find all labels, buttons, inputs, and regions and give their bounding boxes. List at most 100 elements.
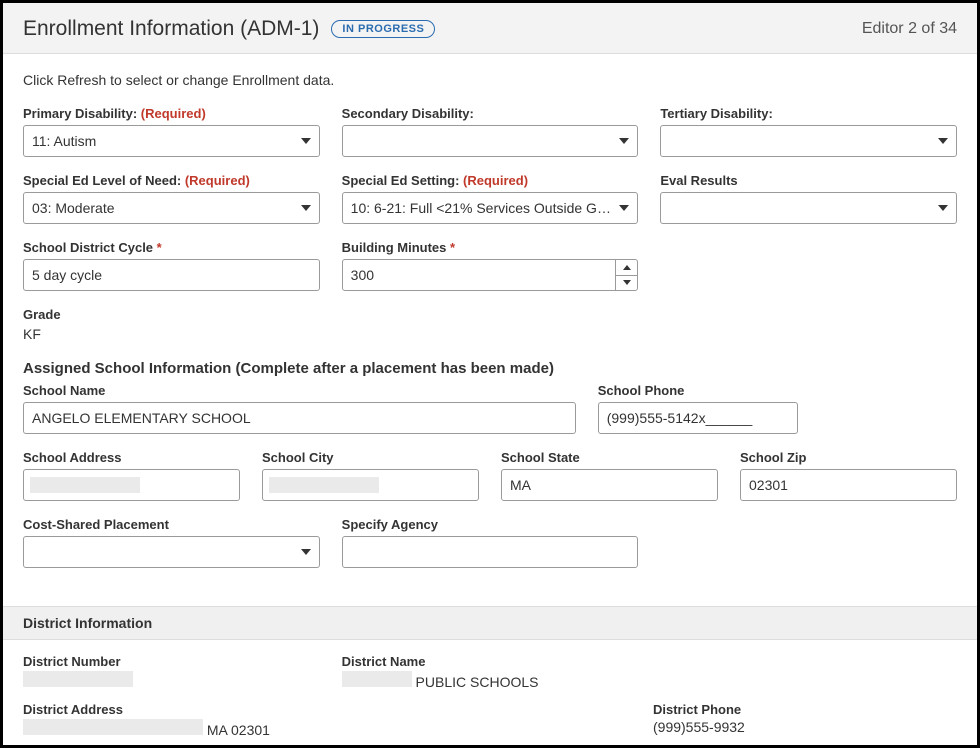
input-value: 5 day cycle [32,267,102,283]
field-building-minutes: Building Minutes * 300 [342,240,639,291]
stepper-value: 300 [351,267,374,283]
input-value: 02301 [749,477,788,493]
school-row-2: School Address School City School State … [23,450,957,501]
school-city-input[interactable] [262,469,479,501]
district-phone-block: District Phone (999)555-9932 [653,702,957,738]
sped-level-label: Special Ed Level of Need: (Required) [23,173,320,188]
field-sped-setting: Special Ed Setting: (Required) 10: 6-21:… [342,173,639,224]
grade-value: KF [23,326,957,342]
grade-label: Grade [23,307,957,322]
chevron-down-icon [619,205,629,211]
primary-disability-label: Primary Disability: (Required) [23,106,320,121]
redacted-value [23,719,203,735]
building-minutes-stepper[interactable]: 300 [342,259,639,291]
sped-setting-label: Special Ed Setting: (Required) [342,173,639,188]
cost-shared-label: Cost-Shared Placement [23,517,320,532]
field-school-name: School Name ANGELO ELEMENTARY SCHOOL [23,383,576,434]
label-text: Primary Disability: [23,106,137,121]
label-text: School District Cycle [23,240,153,255]
field-sped-level: Special Ed Level of Need: (Required) 03:… [23,173,320,224]
district-address-block: District Address MA 02301 [23,702,631,738]
tertiary-disability-label: Tertiary Disability: [660,106,957,121]
enrollment-form-window: Enrollment Information (ADM-1) IN PROGRE… [0,0,980,748]
school-zip-input[interactable]: 02301 [740,469,957,501]
chevron-down-icon [938,205,948,211]
secondary-disability-label: Secondary Disability: [342,106,639,121]
district-number-label: District Number [23,654,320,669]
sped-setting-select[interactable]: 10: 6-21: Full <21% Services Outside G… [342,192,639,224]
required-marker: (Required) [463,173,528,188]
field-specify-agency: Specify Agency [342,517,639,568]
cost-shared-select[interactable] [23,536,320,568]
field-empty [660,517,957,568]
district-cycle-input[interactable]: 5 day cycle [23,259,320,291]
school-name-input[interactable]: ANGELO ELEMENTARY SCHOOL [23,402,576,434]
specify-agency-input[interactable] [342,536,639,568]
input-value: ANGELO ELEMENTARY SCHOOL [32,410,251,426]
header-left: Enrollment Information (ADM-1) IN PROGRE… [23,17,435,41]
asterisk-icon: * [450,240,455,255]
input-value: MA [510,477,531,493]
district-cycle-label: School District Cycle * [23,240,320,255]
field-primary-disability: Primary Disability: (Required) 11: Autis… [23,106,320,157]
redacted-value [23,671,133,687]
page-title: Enrollment Information (ADM-1) [23,17,319,41]
field-school-phone: School Phone (999)555-5142x______ [598,383,898,434]
field-eval-results: Eval Results [660,173,957,224]
secondary-disability-select[interactable] [342,125,639,157]
specify-agency-label: Specify Agency [342,517,639,532]
district-name-block: District Name PUBLIC SCHOOLS [342,654,639,690]
district-number-value [23,671,320,690]
asterisk-icon: * [157,240,162,255]
chevron-down-icon [301,549,311,555]
school-name-label: School Name [23,383,576,398]
form-grid-top: Primary Disability: (Required) 11: Autis… [23,106,957,291]
field-cost-shared: Cost-Shared Placement [23,517,320,568]
editor-count: Editor 2 of 34 [862,20,957,38]
label-text: Special Ed Level of Need: [23,173,181,188]
district-name-label: District Name [342,654,639,669]
field-grade: Grade KF [23,307,957,342]
district-name-value: PUBLIC SCHOOLS [342,671,639,690]
district-phone-value: (999)555-9932 [653,719,957,735]
school-row-3: Cost-Shared Placement Specify Agency [23,517,957,568]
school-phone-input[interactable]: (999)555-5142x______ [598,402,798,434]
field-school-zip: School Zip 02301 [740,450,957,501]
input-value: (999)555-5142x______ [607,410,753,426]
district-heading: District Information [3,606,977,640]
school-city-label: School City [262,450,479,465]
district-address-label: District Address [23,702,631,717]
stepper-up-button[interactable] [616,260,637,275]
field-empty [660,240,957,291]
primary-disability-select[interactable]: 11: Autism [23,125,320,157]
chevron-down-icon [938,138,948,144]
school-address-input[interactable] [23,469,240,501]
stepper-arrows [615,260,637,290]
district-address-suffix: MA 02301 [207,722,270,738]
chevron-down-icon [301,138,311,144]
field-tertiary-disability: Tertiary Disability: [660,106,957,157]
redacted-value [342,671,412,687]
field-district-cycle: School District Cycle * 5 day cycle [23,240,320,291]
eval-results-select[interactable] [660,192,957,224]
district-address-value: MA 02301 [23,719,631,738]
sped-level-select[interactable]: 03: Moderate [23,192,320,224]
field-school-address: School Address [23,450,240,501]
select-value: 11: Autism [32,133,96,149]
district-phone-label: District Phone [653,702,957,717]
district-row-1: District Number District Name PUBLIC SCH… [3,640,977,696]
chevron-down-icon [301,205,311,211]
stepper-down-button[interactable] [616,275,637,291]
field-school-state: School State MA [501,450,718,501]
school-state-input[interactable]: MA [501,469,718,501]
tertiary-disability-select[interactable] [660,125,957,157]
school-zip-label: School Zip [740,450,957,465]
label-text: Special Ed Setting: [342,173,460,188]
field-school-city: School City [262,450,479,501]
label-text: Building Minutes [342,240,447,255]
required-marker: (Required) [185,173,250,188]
building-minutes-label: Building Minutes * [342,240,639,255]
field-secondary-disability: Secondary Disability: [342,106,639,157]
form-content: Click Refresh to select or change Enroll… [3,54,977,578]
school-address-label: School Address [23,450,240,465]
